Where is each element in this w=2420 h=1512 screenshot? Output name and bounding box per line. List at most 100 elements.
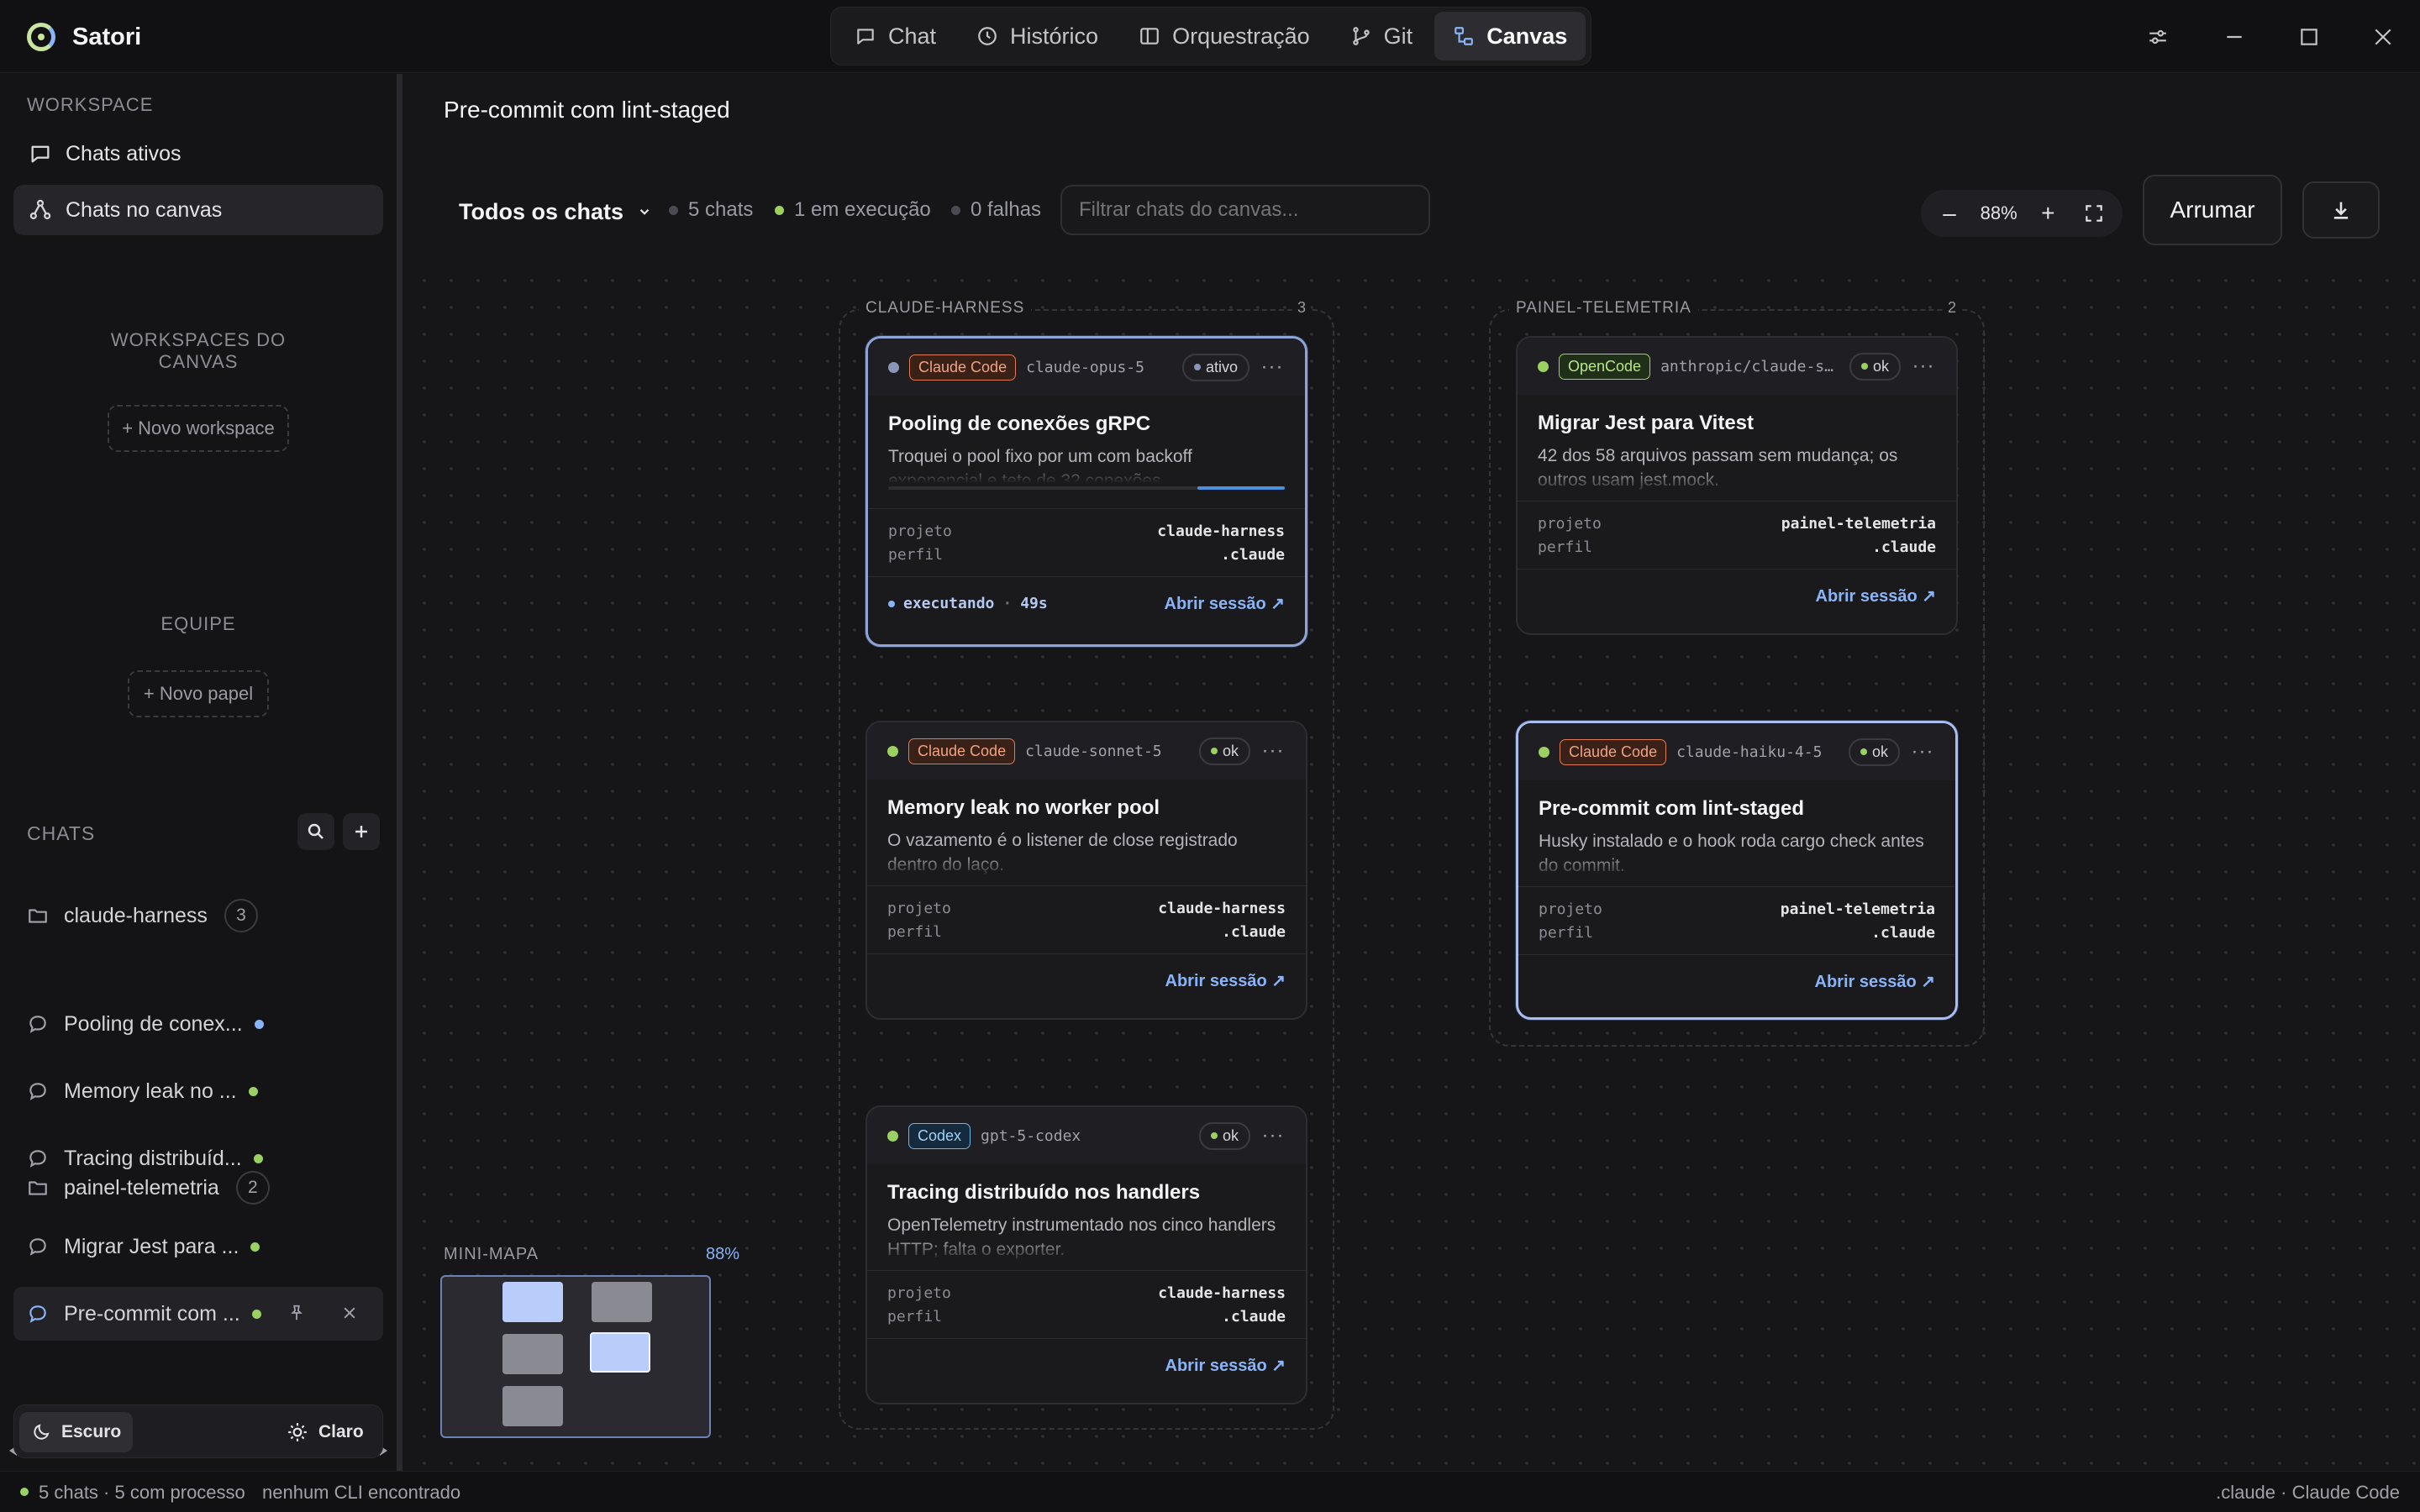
chat-bubble-icon	[29, 1083, 46, 1100]
chat-card-memory-leak[interactable]: Claude Code claude-sonnet-5 ok ··· Memor…	[865, 721, 1307, 1020]
settings-sliders-button[interactable]	[2136, 15, 2180, 59]
pill-dot	[1860, 748, 1867, 755]
sidebar-item-chats-no-canvas[interactable]: Chats no canvas	[13, 185, 383, 235]
card-status-dot	[887, 1130, 898, 1142]
status-bar: 5 chats · 5 com processo nenhum CLI enco…	[0, 1471, 2420, 1512]
chat-item-label: Pre-commit com ...	[64, 1301, 240, 1326]
chat-card-pre-commit[interactable]: Claude Code claude-haiku-4-5 ok ··· Pre-…	[1516, 721, 1958, 1020]
close-chat-icon[interactable]	[341, 1305, 358, 1321]
meta-key: perfil	[1538, 538, 1593, 556]
open-session-link[interactable]: Abrir sessão ↗	[1165, 593, 1286, 614]
chat-item-pooling[interactable]: Pooling de conex...	[13, 997, 383, 1051]
satori-logo-icon	[27, 23, 55, 51]
app-brand: Satori	[27, 18, 141, 55]
meta-key: perfil	[888, 545, 944, 564]
maximize-button[interactable]	[2287, 15, 2331, 59]
pill-dot	[1860, 363, 1868, 370]
add-chat-button[interactable]	[343, 813, 380, 850]
sidebar: WORKSPACE Chats ativos Chats no canvas W…	[0, 74, 397, 1471]
folder-icon	[29, 1181, 47, 1195]
tool-tag: Claude Code	[908, 738, 1016, 764]
card-description: OpenTelemetry instrumentado nos cinco ha…	[887, 1215, 1276, 1259]
close-window-button[interactable]	[2361, 15, 2405, 59]
chat-item-memory-leak[interactable]: Memory leak no ...	[13, 1064, 383, 1118]
tool-tag: Codex	[908, 1122, 971, 1149]
card-description: Husky instalado e o hook roda cargo chec…	[1539, 832, 1924, 875]
chat-item-pre-commit[interactable]: Pre-commit com ...	[13, 1287, 383, 1341]
nav-chat[interactable]: Chat	[836, 12, 955, 60]
status-profile: .claude · Claude Code	[2216, 1482, 2400, 1503]
theme-light-option[interactable]: Claro	[275, 1412, 376, 1452]
meta-projeto: claude-harness	[1158, 899, 1286, 917]
more-options-icon[interactable]: ···	[1911, 354, 1936, 378]
chats-section-title: CHATS	[27, 822, 96, 844]
sidebar-resize-handle[interactable]	[397, 74, 402, 1471]
zoom-in-button[interactable]: +	[2033, 198, 2063, 228]
meta-key: perfil	[1539, 923, 1594, 942]
new-workspace-button[interactable]: + Novo workspace	[108, 405, 289, 452]
meta-perfil: .claude	[1222, 922, 1286, 941]
stat-running: 1 em execução	[775, 198, 931, 222]
minimap-card[interactable]	[592, 1282, 652, 1322]
meta-projeto: claude-harness	[1157, 522, 1285, 540]
more-options-icon[interactable]: ···	[1260, 739, 1286, 763]
tool-tag: Claude Code	[1560, 738, 1667, 765]
nav-git[interactable]: Git	[1332, 12, 1432, 60]
meta-perfil: .claude	[1872, 538, 1936, 556]
nav-canvas[interactable]: Canvas	[1434, 12, 1586, 60]
open-session-link[interactable]: Abrir sessão ↗	[1815, 971, 1936, 992]
status-dot	[20, 1488, 29, 1496]
pill-dot	[1193, 364, 1201, 370]
new-role-button[interactable]: + Novo papel	[128, 670, 269, 717]
canvas-filter-input[interactable]	[1060, 185, 1430, 235]
card-header: Claude Code claude-haiku-4-5 ok ···	[1518, 723, 1955, 780]
stat-dot	[669, 205, 678, 215]
minimize-button[interactable]	[2212, 15, 2256, 59]
nav-orquestracao[interactable]: Orquestração	[1120, 12, 1328, 60]
folder-painel-telemetria[interactable]: painel-telemetria 2	[13, 1161, 383, 1215]
more-options-icon[interactable]: ···	[1260, 1124, 1286, 1147]
search-chats-button[interactable]	[297, 813, 334, 850]
minimap-viewport[interactable]	[440, 1275, 711, 1438]
arrange-button[interactable]: Arrumar	[2143, 175, 2282, 245]
chat-filter-dropdown[interactable]: Todos os chats	[459, 195, 652, 228]
theme-dark-label: Escuro	[61, 1422, 122, 1441]
sidebar-item-chats-ativos[interactable]: Chats ativos	[13, 129, 383, 179]
git-branch-icon	[1352, 27, 1370, 45]
plus-icon	[355, 826, 367, 837]
minimap-card[interactable]	[502, 1386, 563, 1426]
meta-key: projeto	[887, 1284, 951, 1302]
dropdown-label: Todos os chats	[459, 198, 624, 224]
chat-card-tracing[interactable]: Codex gpt-5-codex ok ··· Tracing distrib…	[865, 1105, 1307, 1404]
stat-dot	[951, 205, 960, 215]
minimap: MINI-MAPA 88%	[440, 1238, 743, 1438]
open-session-link[interactable]: Abrir sessão ↗	[1816, 585, 1937, 606]
chat-item-migrar-jest[interactable]: Migrar Jest para ...	[13, 1220, 383, 1273]
more-options-icon[interactable]: ···	[1910, 740, 1935, 764]
pin-icon[interactable]	[287, 1304, 306, 1322]
team-title: EQUIPE	[160, 613, 236, 634]
card-title: Pre-commit com lint-staged	[1539, 797, 1805, 820]
card-footer: Abrir sessão ↗	[1518, 954, 1955, 1008]
more-options-icon[interactable]: ···	[1260, 355, 1285, 379]
minimap-card[interactable]	[590, 1332, 650, 1373]
minimap-card[interactable]	[502, 1334, 563, 1374]
fit-view-button[interactable]	[2079, 198, 2109, 228]
nav-historico[interactable]: Histórico	[958, 12, 1117, 60]
chat-card-pooling[interactable]: Claude Code claude-opus-5 ativo ··· Pool…	[865, 336, 1307, 647]
chat-item-label: Memory leak no ...	[64, 1079, 237, 1103]
stat-chats-label: 5 chats	[688, 198, 754, 221]
open-session-link[interactable]: Abrir sessão ↗	[1165, 970, 1286, 991]
zoom-out-button[interactable]: –	[1934, 198, 1965, 228]
folder-claude-harness[interactable]: claude-harness 3	[13, 889, 383, 942]
download-button[interactable]	[2302, 181, 2380, 239]
app-name: Satori	[72, 23, 142, 50]
minimap-title: MINI-MAPA	[444, 1245, 539, 1263]
stat-running-label: 1 em execução	[794, 198, 931, 221]
chat-card-migrar-jest[interactable]: OpenCode anthropic/claude-so... ok ··· M…	[1516, 336, 1958, 635]
card-footer: Abrir sessão ↗	[867, 1338, 1306, 1392]
state-pill: ok	[1198, 737, 1250, 765]
open-session-link[interactable]: Abrir sessão ↗	[1165, 1355, 1286, 1376]
minimap-card[interactable]	[502, 1282, 563, 1322]
theme-dark-option[interactable]: Escuro	[19, 1412, 134, 1452]
